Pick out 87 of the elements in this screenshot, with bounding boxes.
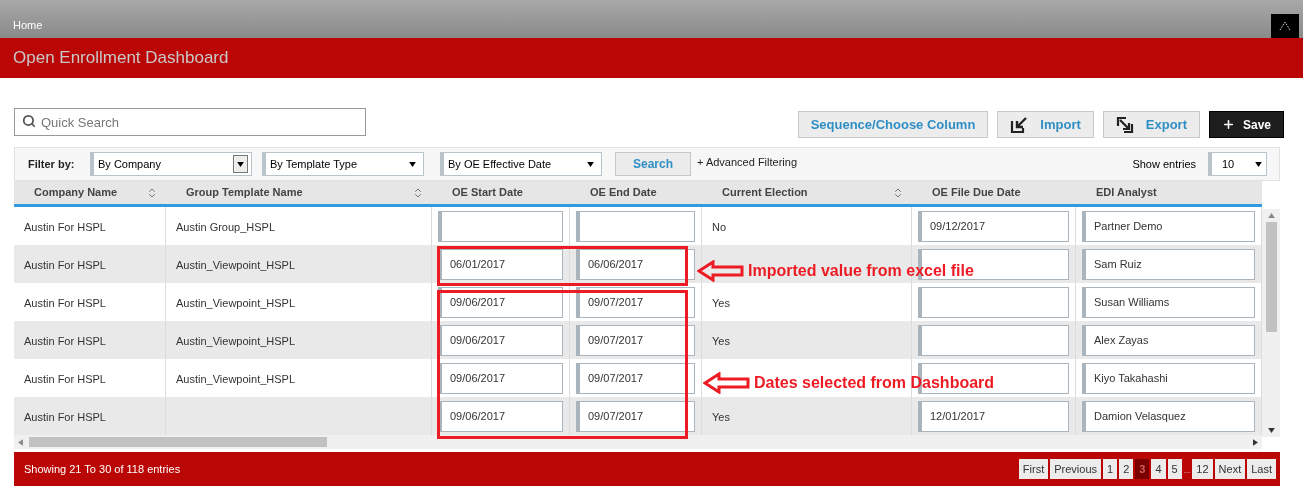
table-cell-text: Austin For HSPL <box>24 410 106 425</box>
table-cell-text: Austin_Viewpoint_HSPL <box>176 372 296 387</box>
page-button[interactable]: 1 <box>1103 459 1118 479</box>
table-cell-text: Austin For HSPL <box>24 372 106 387</box>
date-field[interactable]: 09/06/2017 <box>438 400 563 432</box>
arrow-icon <box>703 372 751 394</box>
export-icon <box>1115 115 1134 134</box>
show-entries-label: Show entries <box>1132 156 1196 172</box>
caret-icon <box>409 161 416 167</box>
date-field[interactable] <box>918 286 1069 318</box>
date-field[interactable] <box>918 324 1069 356</box>
search-field[interactable]: Quick Search <box>14 108 366 136</box>
sort-icon <box>412 186 424 199</box>
plus-icon <box>1221 118 1235 131</box>
date-field[interactable]: 06/01/2017 <box>438 248 563 280</box>
page-button[interactable]: Next <box>1214 459 1246 479</box>
table-cell-text: Austin For HSPL <box>24 220 106 235</box>
date-field[interactable] <box>438 210 563 242</box>
entries-dropdown[interactable]: 10 <box>1208 152 1267 176</box>
caret-icon <box>587 161 594 167</box>
sort-icon <box>146 186 158 199</box>
page-button[interactable]: 5 <box>1167 459 1182 479</box>
advanced-filtering-link[interactable]: + Advanced Filtering <box>697 154 797 171</box>
date-field[interactable]: 09/07/2017 <box>576 400 695 432</box>
page-button[interactable]: 12 <box>1192 459 1213 479</box>
vertical-scrollbar[interactable] <box>1262 209 1280 437</box>
caret-icon <box>237 161 244 167</box>
dropdown-button[interactable] <box>233 155 248 173</box>
corner-button[interactable] <box>1271 14 1299 38</box>
entries-summary: Showing 21 To 30 of 118 entries <box>24 461 181 477</box>
filter-dropdown[interactable]: By OE Effective Date <box>440 152 602 176</box>
scroll-right-icon <box>1253 438 1258 446</box>
caret-icon <box>1255 161 1262 167</box>
date-field[interactable]: Sam Ruiz <box>1082 248 1255 280</box>
date-field[interactable]: 09/07/2017 <box>576 362 695 394</box>
table-cell-text: Austin For HSPL <box>24 258 106 273</box>
filter-dropdown[interactable]: By Template Type <box>262 152 424 176</box>
save-button[interactable]: Save <box>1208 111 1284 138</box>
column-header[interactable]: EDI Analyst <box>1076 181 1262 204</box>
sort-icon <box>892 186 904 199</box>
table-cell-text: Austin_Viewpoint_HSPL <box>176 258 296 273</box>
search-icon <box>22 114 36 128</box>
import-icon <box>1010 115 1029 134</box>
date-field[interactable]: Damion Velasquez <box>1082 400 1255 432</box>
page-title: Open Enrollment Dashboard <box>13 47 229 70</box>
date-field[interactable]: Alex Zayas <box>1082 324 1255 356</box>
annotation-text: Imported value from excel file <box>748 261 974 281</box>
date-field[interactable] <box>576 210 695 242</box>
date-field[interactable]: 12/01/2017 <box>918 400 1069 432</box>
filter-label: Filter by: <box>28 156 76 172</box>
date-field[interactable]: 09/06/2017 <box>438 324 563 356</box>
date-field[interactable]: 09/06/2017 <box>438 362 563 394</box>
column-header[interactable]: Current Election <box>702 181 912 204</box>
table-cell-text: Yes <box>712 410 730 425</box>
date-field[interactable]: 09/12/2017 <box>918 210 1069 242</box>
table-cell-text: Austin For HSPL <box>24 334 106 349</box>
arrow-icon <box>697 260 745 282</box>
table-cell-text: Austin For HSPL <box>24 296 106 311</box>
horizontal-scrollbar[interactable] <box>14 435 1262 449</box>
table-cell-text: Austin_Viewpoint_HSPL <box>176 334 296 349</box>
date-field[interactable]: Kiyo Takahashi <box>1082 362 1255 394</box>
date-field[interactable]: Susan Williams <box>1082 286 1255 318</box>
page-button[interactable]: Last <box>1247 459 1276 479</box>
table-cell-text: No <box>712 220 727 235</box>
page-button[interactable]: Previous <box>1050 459 1102 479</box>
column-header[interactable]: OE File Due Date <box>912 181 1076 204</box>
date-field[interactable]: 09/07/2017 <box>576 324 695 356</box>
table-cell-text: Austin Group_HSPL <box>176 220 276 235</box>
date-field[interactable]: Partner Demo <box>1082 210 1255 242</box>
scroll-left-icon <box>18 438 23 446</box>
scroll-up-icon <box>1267 213 1275 218</box>
expand-icon <box>1279 21 1291 31</box>
table-cell-text: Yes <box>712 334 730 349</box>
page-button[interactable]: 2 <box>1119 459 1134 479</box>
column-header[interactable]: OE End Date <box>570 181 702 204</box>
table-cell-text: Austin_Viewpoint_HSPL <box>176 296 296 311</box>
table-cell-text: Yes <box>712 296 730 311</box>
column-header[interactable]: OE Start Date <box>432 181 570 204</box>
annotation-text: Dates selected from Dashboard <box>754 373 995 393</box>
column-header[interactable]: Group Template Name <box>166 181 432 204</box>
scroll-down-icon <box>1267 428 1275 433</box>
date-field[interactable]: 06/06/2017 <box>576 248 695 280</box>
filter-dropdown[interactable]: By Company <box>90 152 252 176</box>
column-header[interactable]: Company Name <box>14 181 166 204</box>
pagination-ellipsis: ... <box>1183 465 1191 477</box>
page-button[interactable]: 4 <box>1151 459 1166 479</box>
page-button[interactable]: First <box>1018 459 1049 479</box>
